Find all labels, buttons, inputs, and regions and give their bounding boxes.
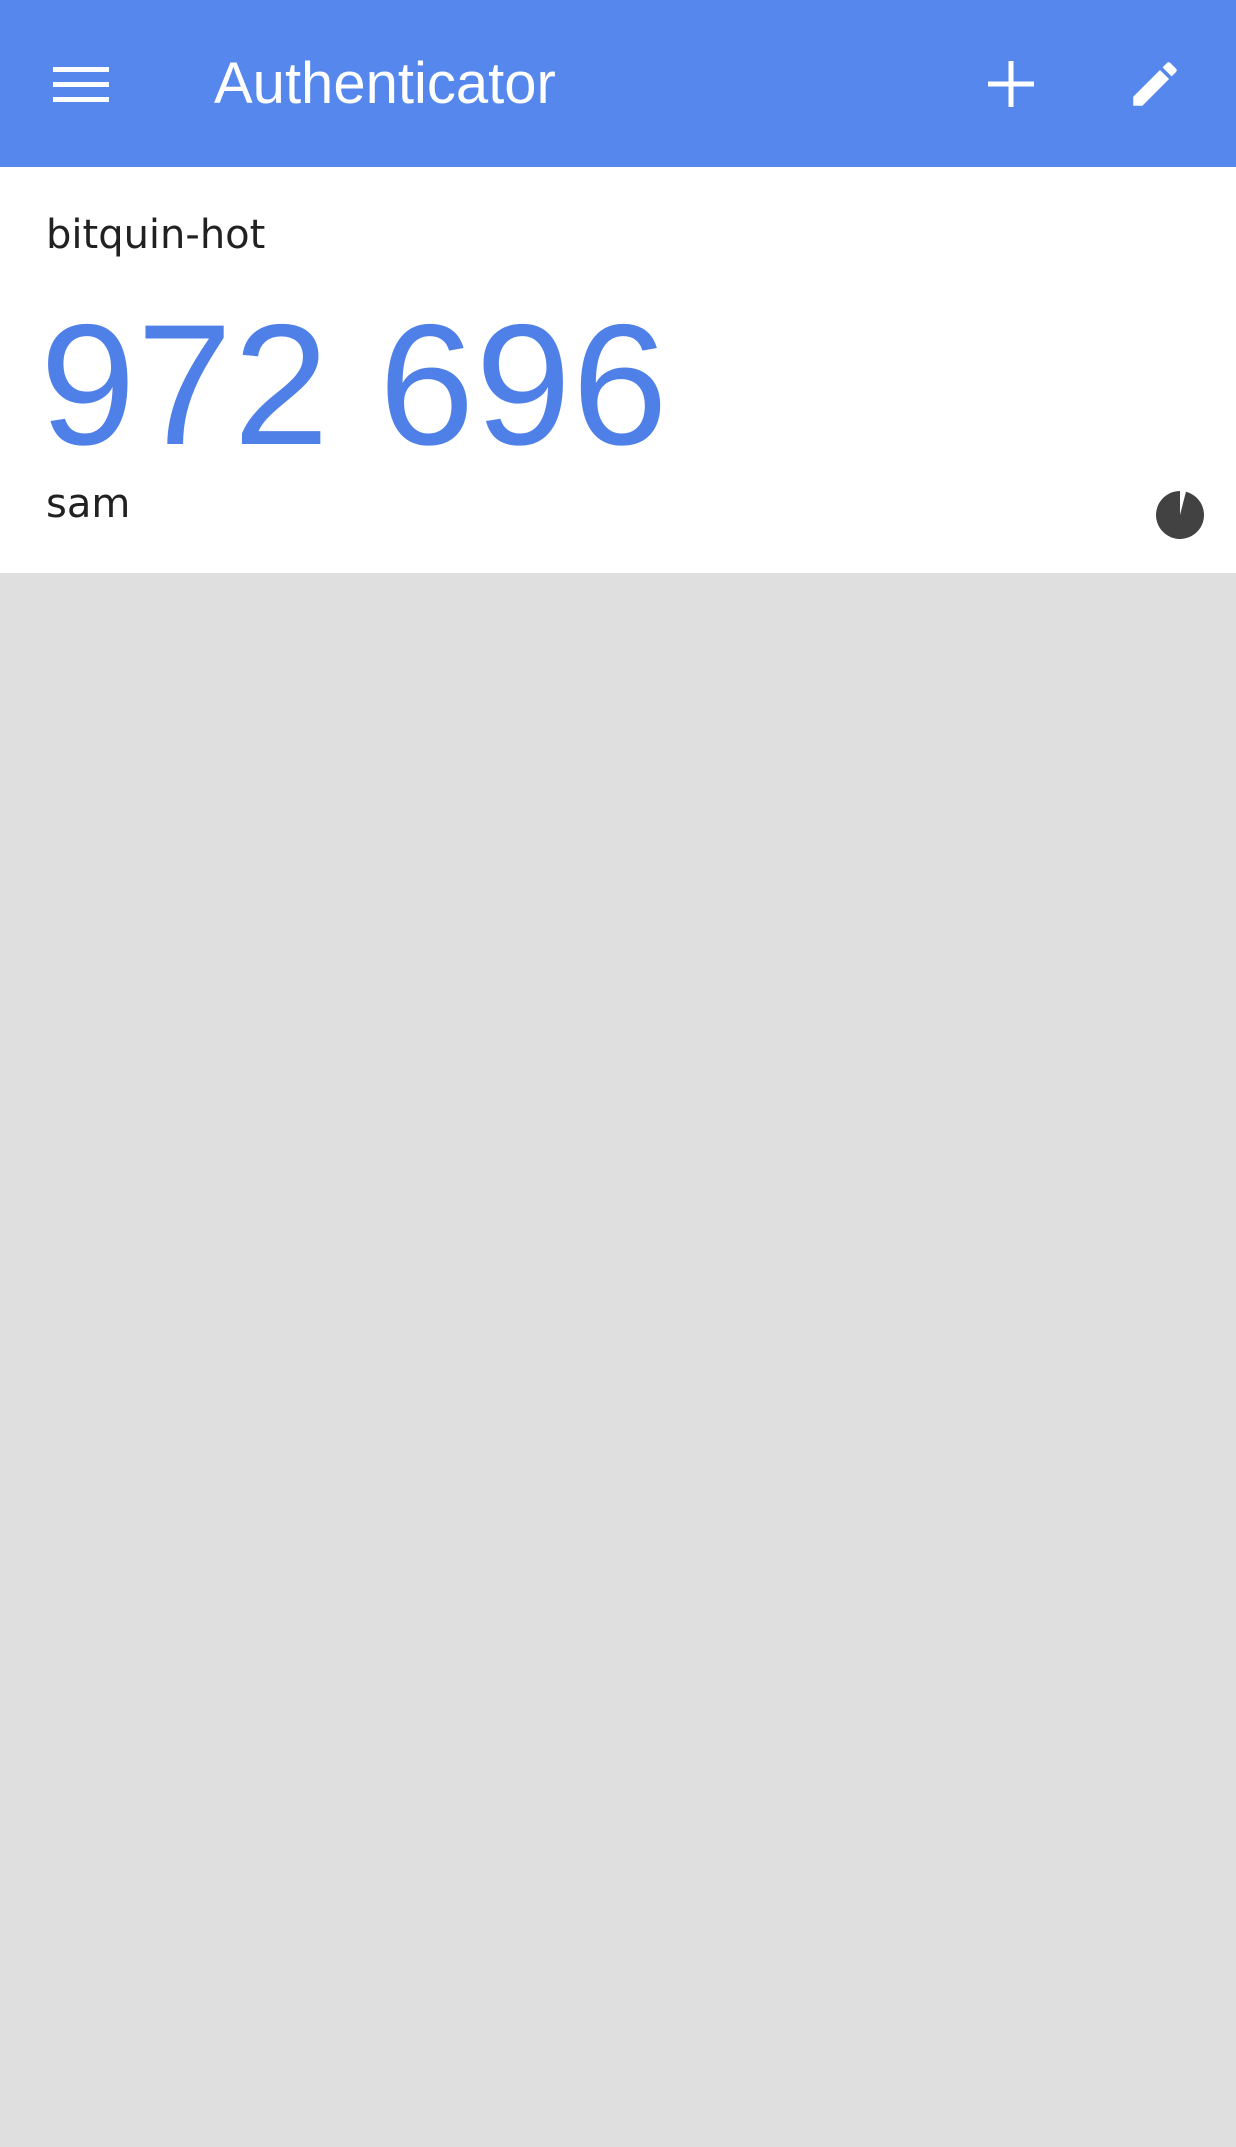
countdown-timer-icon: [1156, 491, 1205, 539]
plus-icon: [988, 61, 1034, 107]
menu-button[interactable]: [40, 43, 122, 125]
account-card[interactable]: bitquin-hot 972 696 sam: [0, 167, 1236, 573]
edit-button[interactable]: [1114, 43, 1196, 125]
pencil-icon: [1133, 62, 1177, 106]
menu-icon: [53, 67, 109, 102]
app-title: Authenticator: [214, 51, 556, 116]
authenticator-app: Authenticator bitquin-hot 972 696 sam: [0, 0, 1236, 2147]
app-bar: Authenticator: [0, 0, 1236, 167]
account-issuer: bitquin-hot: [46, 212, 266, 258]
otp-code[interactable]: 972 696: [40, 285, 669, 485]
add-account-button[interactable]: [970, 43, 1052, 125]
account-name: sam: [46, 481, 131, 527]
